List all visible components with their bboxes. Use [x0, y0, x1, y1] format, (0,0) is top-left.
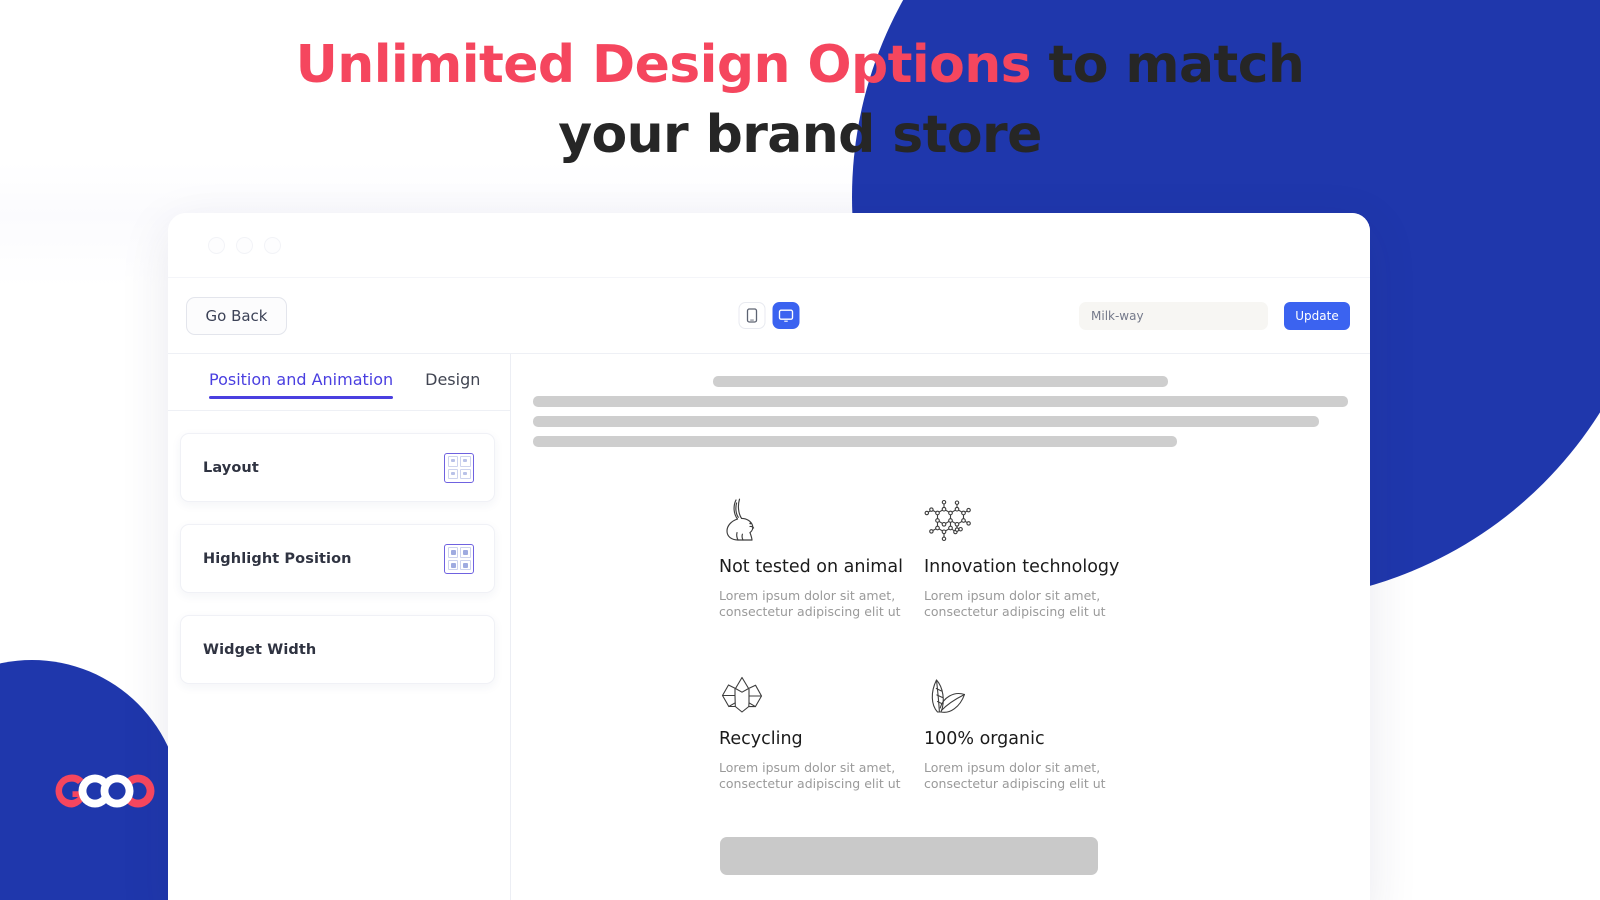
window-dot-minimize-icon[interactable] [236, 236, 253, 254]
update-button[interactable]: Update [1284, 301, 1350, 330]
editor-content: Position and Animation Design Layout Hig… [168, 354, 1370, 900]
desktop-icon [778, 309, 794, 322]
widget-preview-panel: Not tested on animal Lorem ipsum dolor s… [511, 354, 1370, 900]
feature-item: Innovation technology Lorem ipsum dolor … [924, 494, 1119, 619]
feature-description: Lorem ipsum dolor sit amet, consectetur … [719, 760, 901, 791]
skeleton-line-3 [533, 436, 1177, 447]
feature-title: Not tested on animal [719, 557, 903, 577]
setting-card-label: Widget Width [203, 641, 317, 658]
page-title: Unlimited Design Options to match your b… [0, 30, 1600, 170]
grid-cell [447, 547, 458, 558]
settings-card-list: Layout Highlight Position Widget Width [168, 411, 510, 684]
rabbit-icon [719, 494, 914, 544]
grid-cell [447, 559, 458, 570]
skeleton-line-1 [533, 396, 1348, 407]
store-name-input[interactable] [1079, 301, 1268, 330]
window-dot-close-icon[interactable] [208, 236, 225, 254]
leaves-icon [924, 666, 1119, 716]
cta-bar-placeholder[interactable] [720, 837, 1098, 875]
browser-mock-window: Go Back Update Posit [168, 213, 1370, 900]
tab-position-and-animation[interactable]: Position and Animation [209, 370, 394, 399]
grid-cell [460, 559, 471, 570]
feature-title: Innovation technology [924, 557, 1120, 577]
headline-rest: to match [1030, 35, 1305, 95]
feature-title: Recycling [719, 729, 803, 749]
tab-design[interactable]: Design [425, 370, 480, 399]
recycle-icon [719, 666, 914, 716]
desktop-preview-button[interactable] [772, 302, 800, 329]
editor-toolbar: Go Back Update [168, 278, 1370, 354]
grid-cell [447, 468, 458, 479]
headline-accent: Unlimited Design Options [295, 35, 1032, 95]
browser-titlebar [168, 213, 1370, 278]
setting-card-widget-width[interactable]: Widget Width [180, 615, 495, 684]
setting-card-highlight-position[interactable]: Highlight Position [180, 524, 495, 593]
grid-cell [447, 456, 458, 467]
grid-cell [460, 456, 471, 467]
headline-line-2: your brand store [558, 105, 1042, 165]
feature-item: 100% organic Lorem ipsum dolor sit amet,… [924, 666, 1119, 791]
feature-grid: Not tested on animal Lorem ipsum dolor s… [719, 494, 1370, 791]
skeleton-placeholder-group [511, 354, 1370, 447]
go-back-button[interactable]: Go Back [186, 296, 287, 335]
feature-description: Lorem ipsum dolor sit amet, consectetur … [924, 760, 1106, 791]
brand-logo [50, 771, 170, 811]
feature-item: Not tested on animal Lorem ipsum dolor s… [719, 494, 914, 619]
toolbar-right-group: Update [1079, 301, 1350, 330]
skeleton-title-bar [713, 376, 1168, 387]
feature-description: Lorem ipsum dolor sit amet, consectetur … [719, 588, 901, 619]
grid-cell [460, 547, 471, 558]
setting-card-label: Highlight Position [203, 550, 352, 567]
grid-cell [460, 468, 471, 479]
sidebar-tabs: Position and Animation Design [168, 354, 510, 411]
skeleton-line-2 [533, 416, 1320, 427]
decorative-blob-bottom-left-fill [0, 808, 182, 900]
mobile-preview-button[interactable] [738, 302, 766, 329]
feature-title: 100% organic [924, 729, 1045, 749]
mobile-icon [746, 308, 758, 323]
window-dot-maximize-icon[interactable] [264, 236, 281, 254]
grid-2x2-icon[interactable] [444, 452, 474, 483]
setting-card-label: Layout [203, 459, 259, 476]
setting-card-layout[interactable]: Layout [180, 433, 495, 502]
molecule-icon [924, 494, 1119, 544]
good-logo-icon [55, 774, 155, 808]
settings-sidebar: Position and Animation Design Layout Hig… [168, 354, 511, 900]
feature-item: Recycling Lorem ipsum dolor sit amet, co… [719, 666, 914, 791]
grid-2x2-filled-icon[interactable] [444, 543, 474, 574]
feature-description: Lorem ipsum dolor sit amet, consectetur … [924, 588, 1106, 619]
device-preview-toggle [738, 302, 800, 329]
